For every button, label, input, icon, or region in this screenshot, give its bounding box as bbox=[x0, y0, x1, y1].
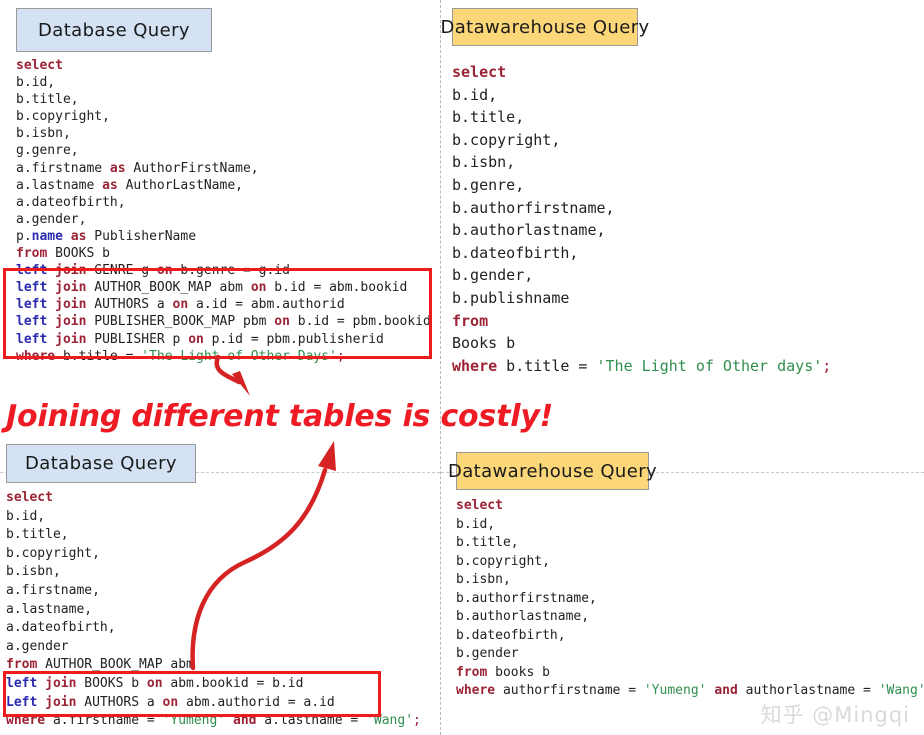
code-block-database-query-top: select b.id, b.title, b.copyright, b.isb… bbox=[16, 58, 431, 364]
chip-database-query-bottom: Database Query bbox=[6, 444, 196, 483]
chip-label: Database Query bbox=[25, 453, 177, 474]
chip-database-query-top: Database Query bbox=[16, 8, 212, 52]
chip-datawarehouse-query-bottom: Datawarehouse Query bbox=[448, 452, 657, 490]
code-block-datawarehouse-query-top: select b.id, b.title, b.copyright, b.isb… bbox=[452, 63, 832, 375]
watermark-zhihu-mingqi: 知乎 @Mingqi bbox=[760, 703, 910, 727]
chip-label: Datawarehouse Query bbox=[447, 460, 658, 482]
headline-joining-is-costly: Joining different tables is costly! bbox=[6, 399, 554, 434]
chip-label: Database Query bbox=[38, 19, 190, 41]
code-block-datawarehouse-query-bottom: select b.id, b.title, b.copyright, b.isb… bbox=[456, 498, 924, 698]
chip-label: Datawarehouse Query bbox=[440, 16, 650, 38]
chip-datawarehouse-query-top: Datawarehouse Query bbox=[440, 8, 649, 46]
code-block-database-query-bottom: select b.id, b.title, b.copyright, b.isb… bbox=[6, 490, 421, 729]
quadrant-divider-vertical bbox=[440, 0, 441, 735]
